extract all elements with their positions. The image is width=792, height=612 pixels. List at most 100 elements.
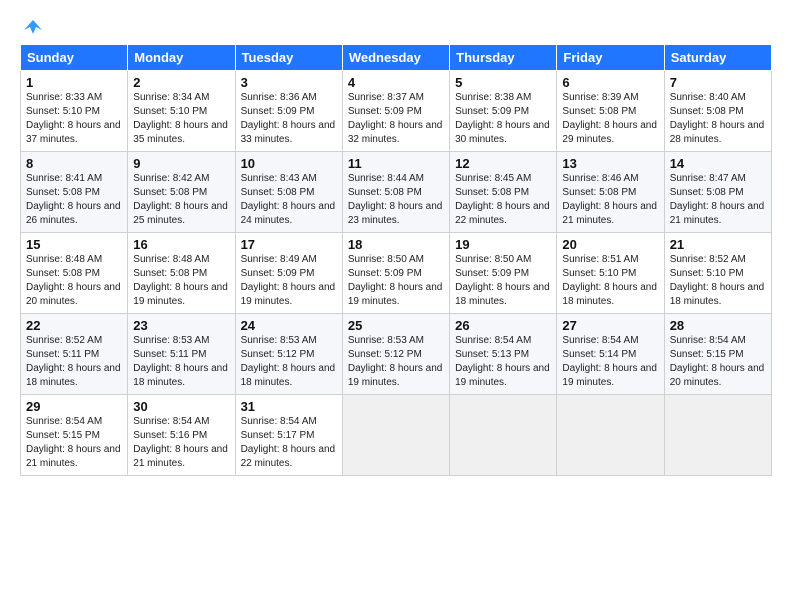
day-number: 30 <box>133 399 229 414</box>
day-info: Sunrise: 8:54 AMSunset: 5:14 PMDaylight:… <box>562 334 658 390</box>
calendar-week-row: 8Sunrise: 8:41 AMSunset: 5:08 PMDaylight… <box>21 152 772 233</box>
calendar-week-row: 15Sunrise: 8:48 AMSunset: 5:08 PMDayligh… <box>21 233 772 314</box>
calendar-col-sunday: Sunday <box>21 45 128 71</box>
logo-bird-icon <box>22 16 44 38</box>
day-number: 4 <box>348 75 444 90</box>
calendar-col-tuesday: Tuesday <box>235 45 342 71</box>
calendar-table: SundayMondayTuesdayWednesdayThursdayFrid… <box>20 44 772 476</box>
day-number: 15 <box>26 237 122 252</box>
day-info: Sunrise: 8:50 AMSunset: 5:09 PMDaylight:… <box>455 253 551 309</box>
day-info: Sunrise: 8:38 AMSunset: 5:09 PMDaylight:… <box>455 91 551 147</box>
day-number: 28 <box>670 318 766 333</box>
calendar-cell: 14Sunrise: 8:47 AMSunset: 5:08 PMDayligh… <box>664 152 771 233</box>
header <box>20 18 772 34</box>
day-number: 26 <box>455 318 551 333</box>
day-info: Sunrise: 8:43 AMSunset: 5:08 PMDaylight:… <box>241 172 337 228</box>
day-number: 2 <box>133 75 229 90</box>
day-number: 23 <box>133 318 229 333</box>
calendar-week-row: 1Sunrise: 8:33 AMSunset: 5:10 PMDaylight… <box>21 71 772 152</box>
calendar-cell: 27Sunrise: 8:54 AMSunset: 5:14 PMDayligh… <box>557 314 664 395</box>
day-info: Sunrise: 8:33 AMSunset: 5:10 PMDaylight:… <box>26 91 122 147</box>
calendar-cell: 28Sunrise: 8:54 AMSunset: 5:15 PMDayligh… <box>664 314 771 395</box>
day-info: Sunrise: 8:54 AMSunset: 5:17 PMDaylight:… <box>241 415 337 471</box>
day-info: Sunrise: 8:40 AMSunset: 5:08 PMDaylight:… <box>670 91 766 147</box>
day-info: Sunrise: 8:44 AMSunset: 5:08 PMDaylight:… <box>348 172 444 228</box>
calendar-cell: 16Sunrise: 8:48 AMSunset: 5:08 PMDayligh… <box>128 233 235 314</box>
day-number: 3 <box>241 75 337 90</box>
calendar-cell: 12Sunrise: 8:45 AMSunset: 5:08 PMDayligh… <box>450 152 557 233</box>
day-info: Sunrise: 8:54 AMSunset: 5:13 PMDaylight:… <box>455 334 551 390</box>
day-info: Sunrise: 8:51 AMSunset: 5:10 PMDaylight:… <box>562 253 658 309</box>
calendar-cell: 15Sunrise: 8:48 AMSunset: 5:08 PMDayligh… <box>21 233 128 314</box>
day-info: Sunrise: 8:52 AMSunset: 5:11 PMDaylight:… <box>26 334 122 390</box>
day-number: 1 <box>26 75 122 90</box>
calendar-cell: 1Sunrise: 8:33 AMSunset: 5:10 PMDaylight… <box>21 71 128 152</box>
day-info: Sunrise: 8:54 AMSunset: 5:15 PMDaylight:… <box>670 334 766 390</box>
calendar-cell: 19Sunrise: 8:50 AMSunset: 5:09 PMDayligh… <box>450 233 557 314</box>
day-number: 27 <box>562 318 658 333</box>
day-info: Sunrise: 8:53 AMSunset: 5:12 PMDaylight:… <box>241 334 337 390</box>
calendar-cell: 5Sunrise: 8:38 AMSunset: 5:09 PMDaylight… <box>450 71 557 152</box>
calendar-cell: 8Sunrise: 8:41 AMSunset: 5:08 PMDaylight… <box>21 152 128 233</box>
calendar-cell: 18Sunrise: 8:50 AMSunset: 5:09 PMDayligh… <box>342 233 449 314</box>
day-info: Sunrise: 8:48 AMSunset: 5:08 PMDaylight:… <box>26 253 122 309</box>
day-number: 13 <box>562 156 658 171</box>
calendar-col-wednesday: Wednesday <box>342 45 449 71</box>
day-number: 18 <box>348 237 444 252</box>
day-info: Sunrise: 8:37 AMSunset: 5:09 PMDaylight:… <box>348 91 444 147</box>
day-info: Sunrise: 8:49 AMSunset: 5:09 PMDaylight:… <box>241 253 337 309</box>
day-info: Sunrise: 8:42 AMSunset: 5:08 PMDaylight:… <box>133 172 229 228</box>
day-number: 8 <box>26 156 122 171</box>
calendar-cell: 20Sunrise: 8:51 AMSunset: 5:10 PMDayligh… <box>557 233 664 314</box>
day-info: Sunrise: 8:47 AMSunset: 5:08 PMDaylight:… <box>670 172 766 228</box>
day-number: 20 <box>562 237 658 252</box>
calendar-cell: 7Sunrise: 8:40 AMSunset: 5:08 PMDaylight… <box>664 71 771 152</box>
day-info: Sunrise: 8:54 AMSunset: 5:15 PMDaylight:… <box>26 415 122 471</box>
calendar-cell: 6Sunrise: 8:39 AMSunset: 5:08 PMDaylight… <box>557 71 664 152</box>
day-info: Sunrise: 8:46 AMSunset: 5:08 PMDaylight:… <box>562 172 658 228</box>
calendar-cell <box>557 395 664 476</box>
day-number: 14 <box>670 156 766 171</box>
day-info: Sunrise: 8:54 AMSunset: 5:16 PMDaylight:… <box>133 415 229 471</box>
calendar-cell: 11Sunrise: 8:44 AMSunset: 5:08 PMDayligh… <box>342 152 449 233</box>
calendar-cell: 22Sunrise: 8:52 AMSunset: 5:11 PMDayligh… <box>21 314 128 395</box>
calendar-cell: 9Sunrise: 8:42 AMSunset: 5:08 PMDaylight… <box>128 152 235 233</box>
calendar-cell <box>450 395 557 476</box>
calendar-cell: 13Sunrise: 8:46 AMSunset: 5:08 PMDayligh… <box>557 152 664 233</box>
calendar-col-friday: Friday <box>557 45 664 71</box>
day-info: Sunrise: 8:50 AMSunset: 5:09 PMDaylight:… <box>348 253 444 309</box>
calendar-col-thursday: Thursday <box>450 45 557 71</box>
day-number: 19 <box>455 237 551 252</box>
day-number: 12 <box>455 156 551 171</box>
calendar-cell <box>664 395 771 476</box>
calendar-col-saturday: Saturday <box>664 45 771 71</box>
calendar-cell: 26Sunrise: 8:54 AMSunset: 5:13 PMDayligh… <box>450 314 557 395</box>
calendar-cell: 3Sunrise: 8:36 AMSunset: 5:09 PMDaylight… <box>235 71 342 152</box>
day-number: 11 <box>348 156 444 171</box>
calendar-cell: 31Sunrise: 8:54 AMSunset: 5:17 PMDayligh… <box>235 395 342 476</box>
calendar-cell: 21Sunrise: 8:52 AMSunset: 5:10 PMDayligh… <box>664 233 771 314</box>
day-info: Sunrise: 8:36 AMSunset: 5:09 PMDaylight:… <box>241 91 337 147</box>
calendar-cell <box>342 395 449 476</box>
day-info: Sunrise: 8:45 AMSunset: 5:08 PMDaylight:… <box>455 172 551 228</box>
calendar-cell: 10Sunrise: 8:43 AMSunset: 5:08 PMDayligh… <box>235 152 342 233</box>
calendar-week-row: 22Sunrise: 8:52 AMSunset: 5:11 PMDayligh… <box>21 314 772 395</box>
day-info: Sunrise: 8:39 AMSunset: 5:08 PMDaylight:… <box>562 91 658 147</box>
calendar-cell: 30Sunrise: 8:54 AMSunset: 5:16 PMDayligh… <box>128 395 235 476</box>
calendar-header-row: SundayMondayTuesdayWednesdayThursdayFrid… <box>21 45 772 71</box>
calendar-cell: 25Sunrise: 8:53 AMSunset: 5:12 PMDayligh… <box>342 314 449 395</box>
calendar-cell: 29Sunrise: 8:54 AMSunset: 5:15 PMDayligh… <box>21 395 128 476</box>
calendar-col-monday: Monday <box>128 45 235 71</box>
calendar-cell: 4Sunrise: 8:37 AMSunset: 5:09 PMDaylight… <box>342 71 449 152</box>
day-number: 5 <box>455 75 551 90</box>
day-number: 17 <box>241 237 337 252</box>
calendar-cell: 2Sunrise: 8:34 AMSunset: 5:10 PMDaylight… <box>128 71 235 152</box>
day-number: 24 <box>241 318 337 333</box>
day-info: Sunrise: 8:34 AMSunset: 5:10 PMDaylight:… <box>133 91 229 147</box>
day-info: Sunrise: 8:53 AMSunset: 5:11 PMDaylight:… <box>133 334 229 390</box>
day-number: 21 <box>670 237 766 252</box>
day-info: Sunrise: 8:53 AMSunset: 5:12 PMDaylight:… <box>348 334 444 390</box>
day-number: 7 <box>670 75 766 90</box>
day-info: Sunrise: 8:52 AMSunset: 5:10 PMDaylight:… <box>670 253 766 309</box>
page: SundayMondayTuesdayWednesdayThursdayFrid… <box>0 0 792 612</box>
